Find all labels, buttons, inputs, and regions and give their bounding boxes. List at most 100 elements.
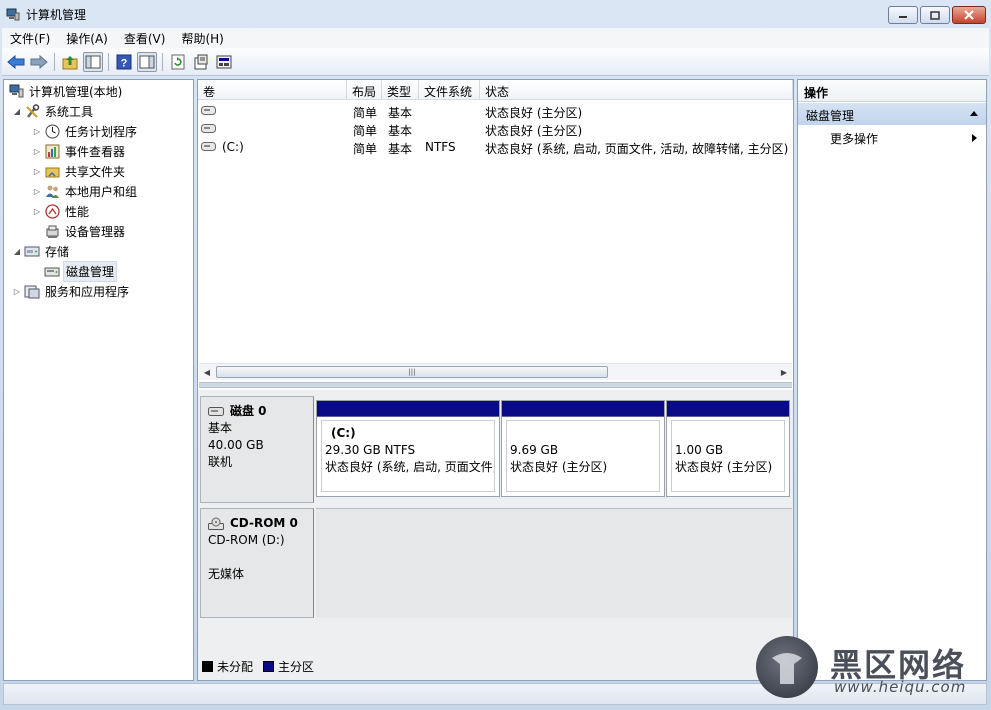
cdrom-0-name: CD-ROM 0 [230,516,298,530]
computer-management-icon [8,83,24,99]
column-header-type[interactable]: 类型 [382,80,419,100]
column-header-status[interactable]: 状态 [480,80,793,100]
expand-arrow-icon[interactable]: ▷ [32,167,42,176]
menu-action[interactable]: 操作(A) [58,30,116,47]
volume-row[interactable]: 简单 基本 状态良好 (主分区) [198,120,793,138]
collapse-up-icon[interactable] [970,111,978,116]
svg-text:?: ? [121,57,128,69]
volume-row[interactable]: (C:) 简单 基本 NTFS 状态良好 (系统, 启动, 页面文件, 活动, … [198,138,793,156]
tree-item-storage[interactable]: ◢ 存储 [12,241,71,261]
volume-status: 状态良好 (主分区) [485,106,583,120]
show-hide-tree-button[interactable] [83,51,103,72]
minimize-icon [899,16,907,18]
disk-0-name: 磁盘 0 [230,404,267,418]
title-bar[interactable]: 计算机管理 [0,0,991,28]
collapse-arrow-icon[interactable]: ◢ [12,107,22,116]
help-button[interactable]: ? [114,52,134,72]
expand-arrow-icon[interactable]: ▷ [12,287,22,296]
volume-status: 状态良好 (系统, 启动, 页面文件, 活动, 故障转储, 主分区) [485,142,789,156]
partition-size: 9.69 GB [510,443,559,457]
tree-item-device-manager[interactable]: 设备管理器 [42,221,127,241]
up-level-button[interactable] [60,52,80,72]
tree-item-system-tools[interactable]: ◢ 系统工具 [12,101,95,121]
toolbar-separator [108,52,109,71]
submenu-arrow-icon [972,134,977,142]
services-icon [24,283,40,299]
tree-item-performance[interactable]: ▷ 性能 [32,201,91,221]
toolbar-separator [162,52,163,71]
actions-group-label: 磁盘管理 [806,109,855,123]
window-title: 计算机管理 [26,8,87,22]
tree-item-local-users-groups[interactable]: ▷ 本地用户和组 [32,181,139,201]
maximize-icon [930,10,940,20]
legend-unallocated: 未分配 [217,660,254,674]
partition-2[interactable]: 9.69 GB 状态良好 (主分区) [501,400,665,497]
tree-item-computer-management[interactable]: 计算机管理(本地) [6,81,124,101]
partition-details: (C:) 29.30 GB NTFS 状态良好 (系统, 启动, 页面文件, [321,420,495,492]
forward-button[interactable] [29,52,49,72]
back-button[interactable] [6,52,26,72]
primary-partition-swatch [263,661,275,672]
disk-settings-button[interactable] [214,52,234,72]
tree-item-shared-folders[interactable]: ▷ 共享文件夹 [32,161,127,181]
watermark-logo-icon [772,653,802,684]
console-tree-icon [85,55,101,68]
back-arrow-icon [7,54,25,69]
disk-0-info[interactable]: 磁盘 0 基本 40.00 GB 联机 [200,396,314,503]
volume-layout: 简单 [353,142,378,156]
volume-icon [201,106,216,115]
partition-3[interactable]: 1.00 GB 状态良好 (主分区) [666,400,790,497]
scroll-left-arrow-icon[interactable]: ◀ [199,364,215,380]
partition-c[interactable]: (C:) 29.30 GB NTFS 状态良好 (系统, 启动, 页面文件, [316,400,500,497]
expand-arrow-icon[interactable]: ▷ [32,207,42,216]
more-actions-item[interactable]: 更多操作 [798,128,986,148]
expand-arrow-icon[interactable]: ▷ [32,187,42,196]
tree-item-disk-management[interactable]: 磁盘管理 [42,260,118,282]
scroll-right-arrow-icon[interactable]: ▶ [776,364,792,380]
volume-row[interactable]: 简单 基本 状态良好 (主分区) [198,102,793,120]
tree-item-task-scheduler[interactable]: ▷ 任务计划程序 [32,121,139,141]
close-button[interactable] [952,6,986,24]
menu-help[interactable]: 帮助(H) [173,30,231,47]
refresh-button[interactable] [168,52,188,72]
cdrom-0-media: 无媒体 [208,567,245,581]
menu-view[interactable]: 查看(V) [116,30,174,47]
disk-graphical-view: 磁盘 0 基本 40.00 GB 联机 (C:) 29.30 GB NTFS 状… [198,390,793,680]
menu-file[interactable]: 文件(F) [2,30,58,47]
volume-type: 基本 [388,142,413,156]
tree-item-event-viewer[interactable]: ▷ 事件查看器 [32,141,127,161]
column-header-filesystem[interactable]: 文件系统 [419,80,480,100]
disk-0-title: 磁盘 0 [208,403,313,420]
cdrom-0-title: CD-ROM 0 [208,515,313,532]
properties-button[interactable] [191,52,211,72]
folder-up-icon [62,55,78,69]
volume-list: 卷 布局 类型 文件系统 状态 简单 基本 状态良好 (主分区) 简单 基本 状… [198,80,793,370]
computer-management-icon [6,8,20,21]
cdrom-0-info[interactable]: CD-ROM 0 CD-ROM (D:) 无媒体 [200,508,314,618]
users-icon [44,183,60,199]
collapse-arrow-icon[interactable]: ◢ [12,247,22,256]
actions-group-disk-management[interactable]: 磁盘管理 [798,103,986,125]
scrollbar-thumb[interactable]: ||| [216,366,608,378]
horizontal-scrollbar[interactable]: ◀ ||| ▶ [199,363,792,380]
show-hide-action-pane-button[interactable] [137,51,157,72]
disk-management-icon [44,263,60,279]
column-header-volume[interactable]: 卷 [198,80,347,100]
disk-0-state: 联机 [208,455,233,469]
maximize-button[interactable] [920,6,950,24]
disk-0-type: 基本 [208,421,233,435]
tools-icon [24,103,40,119]
minimize-button[interactable] [888,6,918,24]
cd-drive-icon [208,517,224,530]
tree-item-services-apps[interactable]: ▷ 服务和应用程序 [12,281,131,301]
disk-settings-icon [216,55,232,68]
primary-partition-bar [502,401,664,417]
actions-header: 操作 [798,80,986,102]
expand-arrow-icon[interactable]: ▷ [32,127,42,136]
pane-splitter[interactable] [199,382,792,388]
properties-icon [194,54,208,69]
column-header-layout[interactable]: 布局 [347,80,382,100]
menu-bar: 文件(F) 操作(A) 查看(V) 帮助(H) [2,28,989,48]
volume-name: (C:) [222,140,244,154]
expand-arrow-icon[interactable]: ▷ [32,147,42,156]
